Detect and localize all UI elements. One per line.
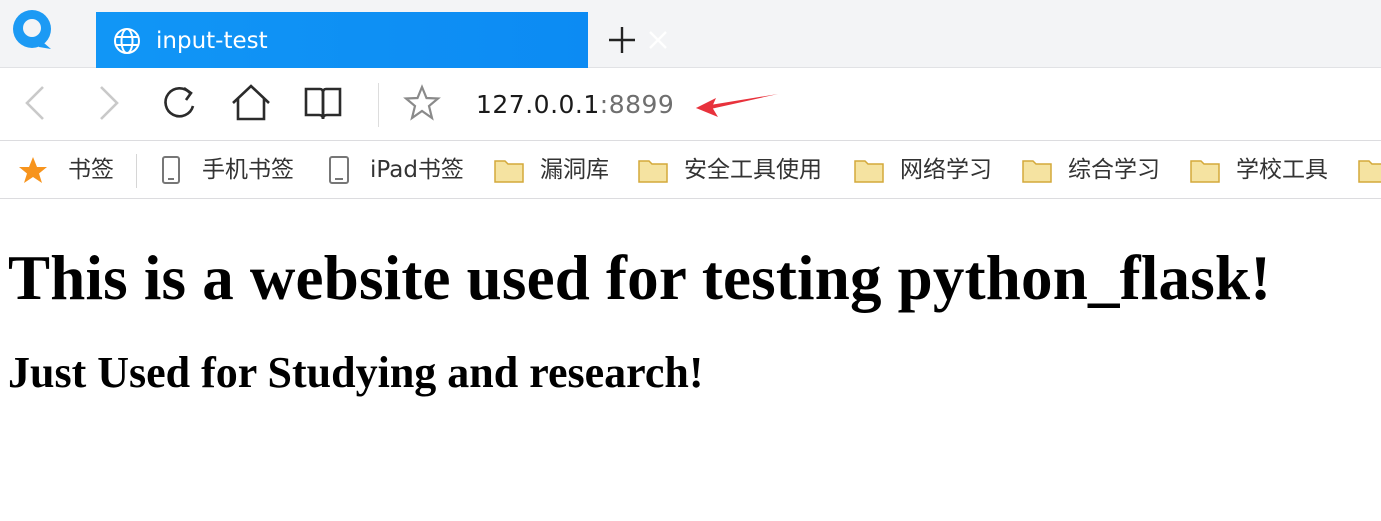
back-icon[interactable] <box>16 83 56 123</box>
bookmark-item-bookmarks[interactable]: 书签 <box>18 154 114 186</box>
annotation-arrow-icon <box>696 94 778 117</box>
tab-title: input-test <box>156 28 268 54</box>
globe-icon <box>114 28 140 54</box>
page-content: This is a website used for testing pytho… <box>8 200 1373 400</box>
folder-icon <box>494 160 524 183</box>
folder-icon <box>1190 160 1220 183</box>
bookmark-folder-general-study[interactable]: 综合学习 <box>1022 154 1160 186</box>
forward-icon[interactable] <box>88 83 128 123</box>
reload-icon[interactable] <box>160 83 200 123</box>
toolbar-divider <box>378 83 379 127</box>
bookmark-label: 学校工具 <box>1236 157 1328 183</box>
url-host: 127.0.0.1 <box>476 90 600 119</box>
bookmark-item-ipad[interactable]: iPad书签 <box>324 154 464 186</box>
bookmark-label: iPad书签 <box>370 157 464 183</box>
bookmark-folder-security-tools[interactable]: 安全工具使用 <box>638 154 822 186</box>
bookmarks-bar: 书签 手机书签 iPad书签 漏洞库 安全工具使用 网络学习 综合学习 学校工具 <box>0 142 1381 199</box>
navigation-bar: 127.0.0.1:8899 <box>0 69 1381 141</box>
bookmark-item-mobile[interactable]: 手机书签 <box>156 154 294 186</box>
phone-icon <box>162 156 180 184</box>
close-tab-icon[interactable] <box>646 28 670 52</box>
bookmark-star-icon[interactable] <box>402 83 442 123</box>
bookmark-label: 网络学习 <box>900 157 992 183</box>
tablet-icon <box>329 156 349 184</box>
page-heading: This is a website used for testing pytho… <box>8 243 1272 313</box>
page-subheading: Just Used for Studying and research! <box>8 348 704 397</box>
bookmark-label: 漏洞库 <box>540 157 609 183</box>
bookmark-label: 综合学习 <box>1068 157 1160 183</box>
browser-logo-icon[interactable] <box>9 7 57 53</box>
bookmark-folder-network-study[interactable]: 网络学习 <box>854 154 992 186</box>
url-port: 8899 <box>608 90 675 119</box>
active-tab[interactable]: input-test <box>96 12 667 68</box>
reading-mode-icon[interactable] <box>303 83 343 123</box>
new-tab-icon[interactable] <box>606 24 638 56</box>
bookmark-folder-school-tools[interactable]: 学校工具 <box>1190 154 1328 186</box>
folder-icon <box>854 160 884 183</box>
bookmark-label: 书签 <box>68 157 114 183</box>
home-icon[interactable] <box>231 83 271 123</box>
bookmark-label: 手机书签 <box>202 157 294 183</box>
folder-icon <box>1022 160 1052 183</box>
tab-strip: input-test <box>0 0 1381 68</box>
url-separator: : <box>599 90 609 119</box>
bookmark-folder-vulnerabilities[interactable]: 漏洞库 <box>494 154 609 186</box>
bookmark-label: 安全工具使用 <box>684 157 822 183</box>
folder-icon <box>638 160 668 183</box>
bookmarks-divider <box>136 154 137 188</box>
address-bar[interactable]: 127.0.0.1:8899 <box>476 87 674 123</box>
star-icon <box>19 157 47 183</box>
folder-icon <box>1358 160 1381 183</box>
bookmark-folder-overflow[interactable] <box>1358 154 1381 186</box>
